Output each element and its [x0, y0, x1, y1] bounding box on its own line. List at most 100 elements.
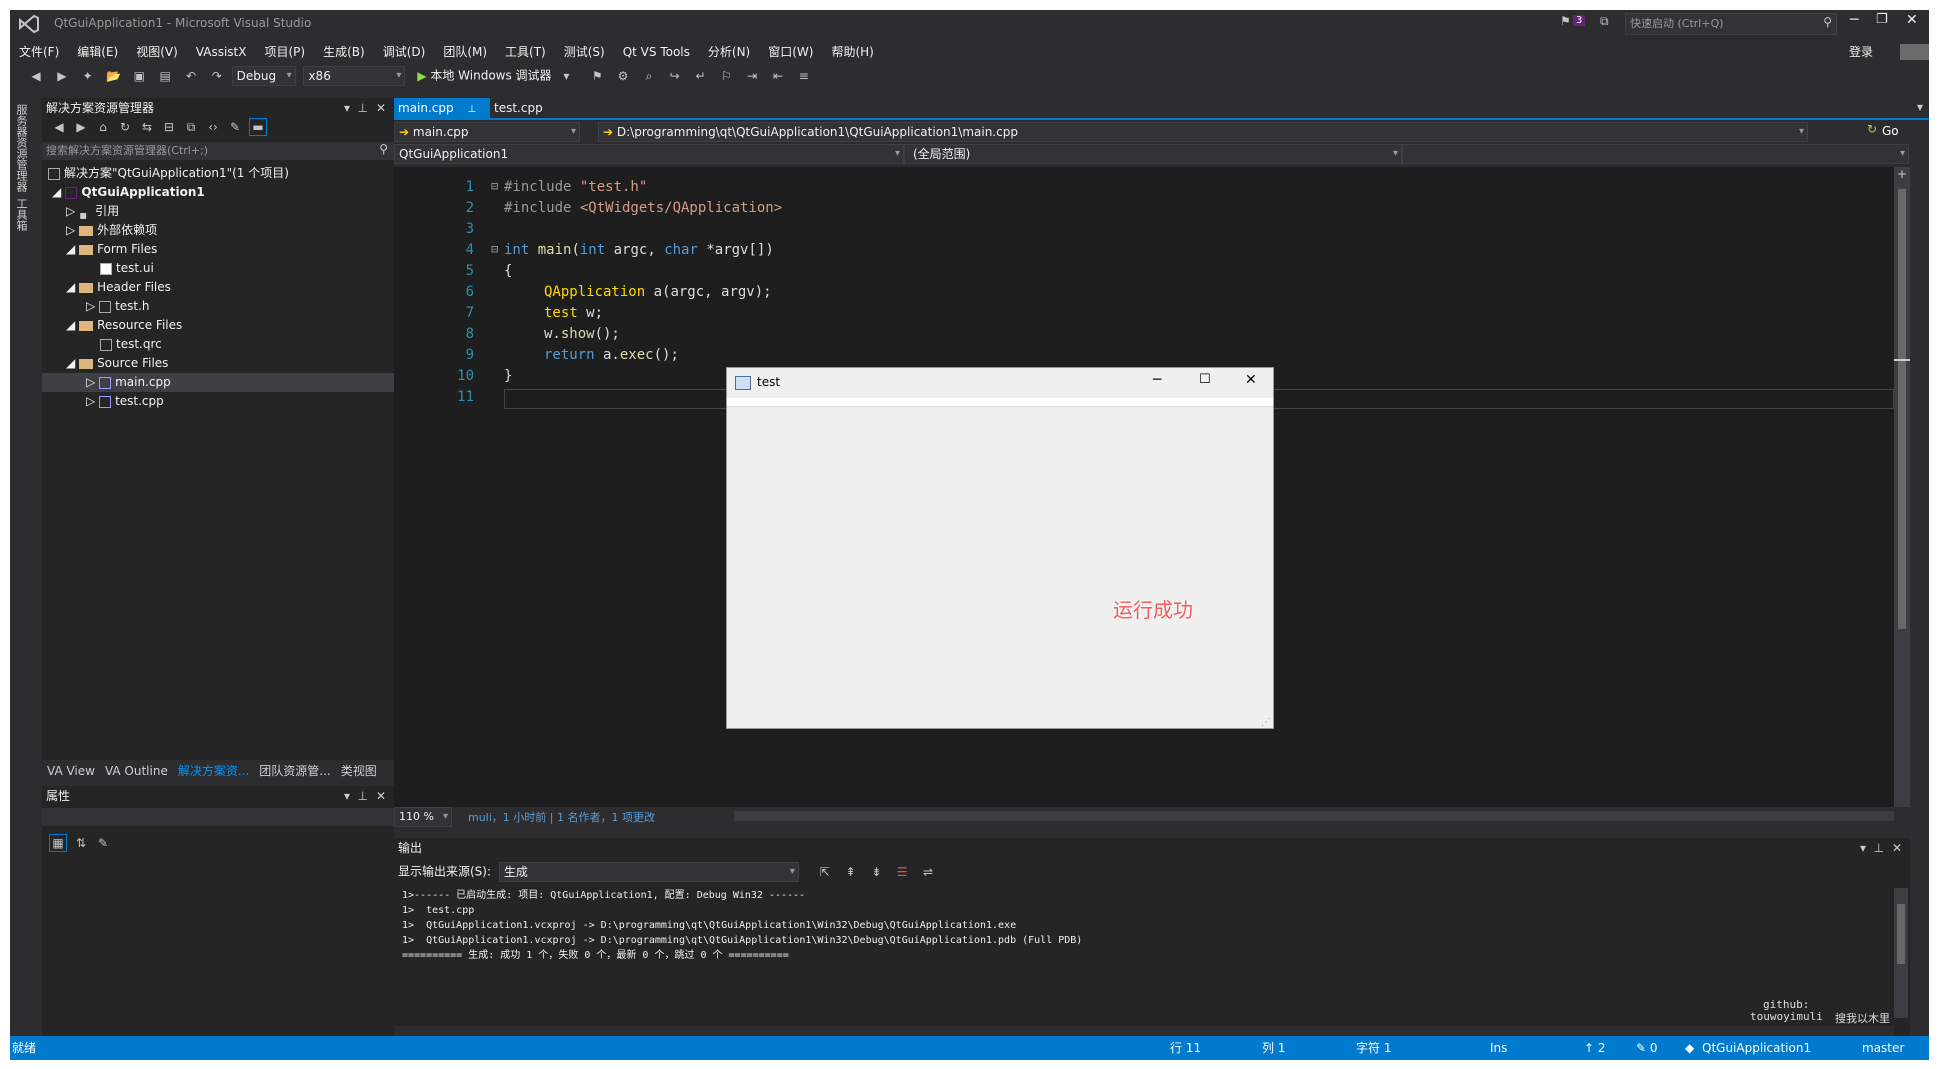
bookmark-icon[interactable]: ⚐: [718, 68, 734, 84]
expander-icon[interactable]: ◢: [52, 185, 61, 199]
menu-help[interactable]: 帮助(H): [822, 40, 882, 64]
expander-icon[interactable]: ◢: [66, 280, 75, 294]
browse-icon[interactable]: ⚑: [589, 68, 605, 84]
tree-item-form-files[interactable]: ◢ Form Files: [42, 240, 394, 259]
tree-item-test-qrc[interactable]: test.qrc: [42, 335, 394, 354]
find-icon[interactable]: ⌕: [641, 68, 657, 84]
categorized-icon[interactable]: ▦: [49, 834, 67, 852]
tab-class-view[interactable]: 类视图: [336, 760, 382, 782]
pin-icon[interactable]: ⊥: [1874, 838, 1884, 858]
expander-icon[interactable]: ▷: [66, 223, 75, 237]
restore-button[interactable]: ❐: [1876, 12, 1888, 27]
file-nav-select[interactable]: ➔ main.cpp: [394, 122, 580, 142]
tree-item-solution[interactable]: 解决方案"QtGuiApplication1"(1 个项目): [42, 164, 394, 183]
editor-vertical-scrollbar[interactable]: +: [1894, 167, 1910, 807]
close-panel-icon[interactable]: ✕: [1892, 838, 1902, 858]
pin-icon[interactable]: ⊥: [358, 786, 368, 806]
tree-item-test-cpp[interactable]: ▷ test.cpp: [42, 392, 394, 411]
tree-item-header-files[interactable]: ◢ Header Files: [42, 278, 394, 297]
next-message-icon[interactable]: ⇟: [868, 864, 884, 880]
copy-icon[interactable]: ⧉: [183, 119, 199, 135]
output-source-select[interactable]: 生成: [498, 862, 799, 882]
expander-icon[interactable]: ◢: [66, 356, 75, 370]
preview-icon[interactable]: ▬: [249, 118, 267, 136]
forward-icon[interactable]: ▶: [73, 119, 89, 135]
menu-vassistx[interactable]: VAssistX: [187, 40, 256, 64]
expander-icon[interactable]: ▷: [66, 204, 75, 218]
tree-item-references[interactable]: ▷ ▪ 引用: [42, 202, 394, 222]
path-nav-select[interactable]: ➔ D:\programming\qt\QtGuiApplication1\Qt…: [598, 122, 1808, 142]
toolbox-tab[interactable]: 工具箱: [13, 198, 29, 231]
platform-select[interactable]: x86: [303, 66, 406, 86]
split-icon[interactable]: +: [1897, 167, 1907, 181]
menu-project[interactable]: 项目(P): [255, 40, 314, 64]
notification-flag-icon[interactable]: ⚑: [1560, 14, 1571, 28]
tab-va-view[interactable]: VA View: [42, 760, 100, 782]
menu-team[interactable]: 团队(M): [434, 40, 496, 64]
history-icon[interactable]: ↻: [117, 119, 133, 135]
menu-qt-vs-tools[interactable]: Qt VS Tools: [614, 40, 699, 64]
size-grip-icon[interactable]: ⋰: [1261, 717, 1271, 728]
close-panel-icon[interactable]: ✕: [376, 98, 386, 118]
collapse-icon[interactable]: ⊟: [491, 179, 498, 193]
panel-menu-icon[interactable]: ▾: [1860, 838, 1866, 858]
close-button[interactable]: ✕: [1906, 12, 1918, 28]
status-edits[interactable]: ✎ 0: [1636, 1036, 1658, 1060]
menu-build[interactable]: 生成(B): [314, 40, 374, 64]
close-panel-icon[interactable]: ✕: [376, 786, 386, 806]
indent-icon[interactable]: ⇥: [744, 68, 760, 84]
codelens-info[interactable]: muli，1 小时前 | 1 名作者，1 项更改: [468, 809, 655, 825]
login-link[interactable]: 登录: [1840, 40, 1882, 64]
tab-overflow-icon[interactable]: ▾: [1917, 100, 1923, 114]
outdent-icon[interactable]: ⇤: [770, 68, 786, 84]
menu-tools[interactable]: 工具(T): [496, 40, 555, 64]
back-icon[interactable]: ◀: [28, 68, 44, 84]
expander-icon[interactable]: ◢: [66, 318, 75, 332]
menu-window[interactable]: 窗口(W): [759, 40, 822, 64]
menu-file[interactable]: 文件(F): [10, 40, 68, 64]
tab-va-outline[interactable]: VA Outline: [100, 760, 173, 782]
property-pages-icon[interactable]: ✎: [95, 835, 111, 851]
start-debug-icon[interactable]: ▶: [417, 69, 426, 83]
qt-icon[interactable]: ⚙: [615, 68, 631, 84]
start-debug-button[interactable]: 本地 Windows 调试器: [430, 69, 551, 83]
properties-object-select[interactable]: [42, 808, 394, 826]
menu-test[interactable]: 测试(S): [555, 40, 614, 64]
qt-close-button[interactable]: ✕: [1245, 372, 1257, 388]
comment-icon[interactable]: ≡: [796, 68, 812, 84]
output-scrollbar[interactable]: [1894, 888, 1908, 1018]
output-horizontal-scrollbar[interactable]: [394, 1026, 1894, 1036]
avatar[interactable]: [1900, 44, 1929, 60]
member-scope-select[interactable]: [1402, 144, 1909, 164]
pin-icon[interactable]: ⊥: [467, 104, 476, 115]
tree-item-test-h[interactable]: ▷ test.h: [42, 297, 394, 316]
expander-icon[interactable]: ▷: [86, 375, 95, 389]
goto-error-icon[interactable]: ⇱: [817, 864, 833, 880]
tree-item-main-cpp[interactable]: ▷ main.cpp: [42, 373, 394, 392]
tab-team-explorer[interactable]: 团队资源管...: [254, 760, 335, 782]
sync-icon[interactable]: ⇆: [139, 119, 155, 135]
expander-icon[interactable]: ▷: [86, 299, 95, 313]
menu-edit[interactable]: 编辑(E): [68, 40, 127, 64]
home-icon[interactable]: ⌂: [95, 119, 111, 135]
tab-main-cpp[interactable]: main.cpp ⊥ ✕: [394, 98, 490, 137]
tab-test-cpp[interactable]: test.cpp: [490, 98, 547, 118]
menu-view[interactable]: 视图(V): [127, 40, 187, 64]
status-repo[interactable]: QtGuiApplication1: [1702, 1036, 1811, 1060]
status-branch[interactable]: master: [1862, 1036, 1904, 1060]
new-project-icon[interactable]: ✦: [80, 68, 96, 84]
open-file-icon[interactable]: 📂: [105, 68, 121, 84]
collapse-icon[interactable]: ⊟: [161, 119, 177, 135]
dropdown-icon[interactable]: ▾: [558, 68, 574, 84]
pin-icon[interactable]: ⊥: [358, 98, 368, 118]
clear-all-icon[interactable]: ☰: [894, 864, 910, 880]
quick-launch-input[interactable]: 快速启动 (Ctrl+Q) ⚲: [1625, 13, 1837, 35]
prev-message-icon[interactable]: ⇞: [843, 864, 859, 880]
scrollbar-thumb[interactable]: [1897, 904, 1905, 964]
forward-icon[interactable]: ▶: [54, 68, 70, 84]
config-select[interactable]: Debug: [231, 66, 296, 86]
solution-search-input[interactable]: 搜索解决方案资源管理器(Ctrl+;) ⚲: [42, 142, 394, 160]
go-button[interactable]: Go: [1882, 124, 1899, 138]
panel-menu-icon[interactable]: ▾: [344, 98, 350, 118]
server-explorer-tab[interactable]: 服务器资源管理器: [13, 104, 29, 192]
